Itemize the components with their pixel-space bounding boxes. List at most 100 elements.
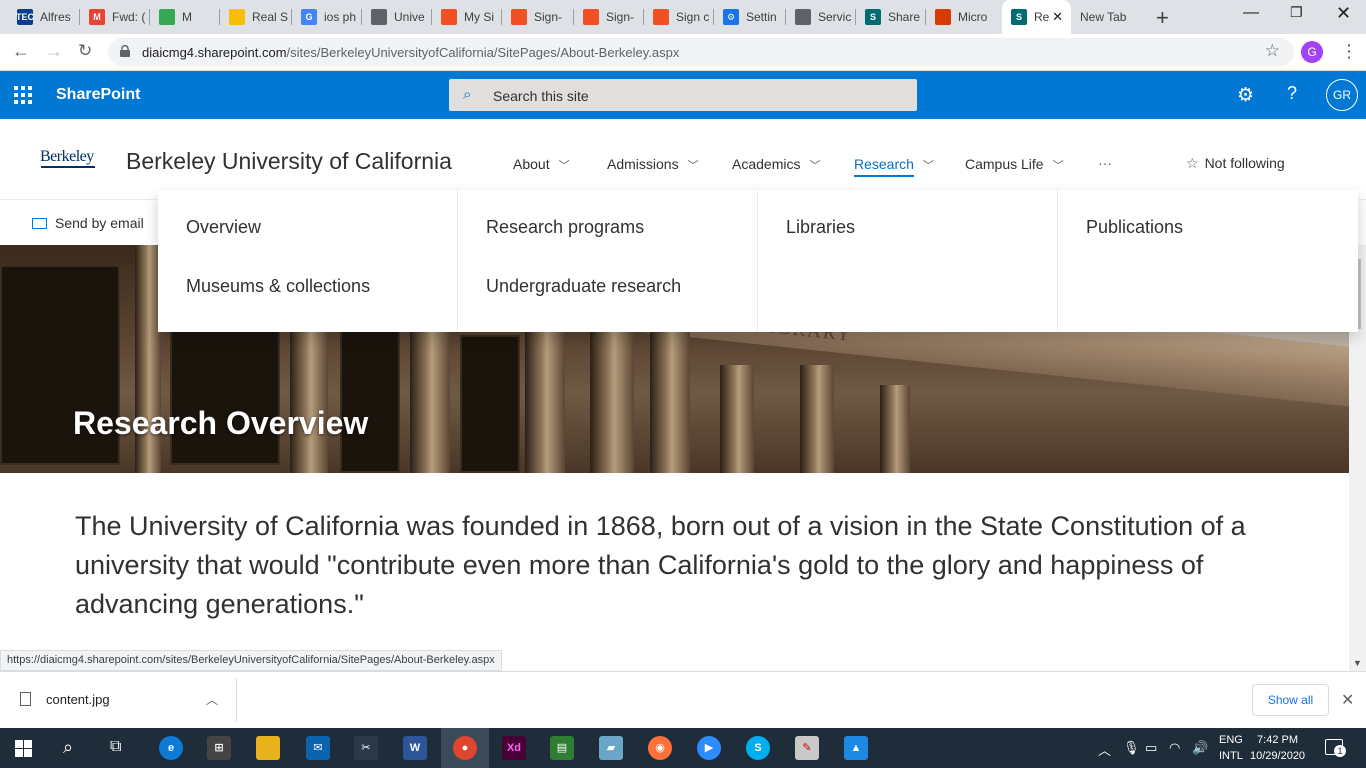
task-view-icon[interactable]: ⧉ — [110, 738, 121, 756]
address-bar[interactable]: diaicmg4.sharepoint.com/sites/BerkeleyUn… — [108, 38, 1294, 66]
browser-tab[interactable]: M Fwd: ( — [80, 0, 150, 34]
browser-tab[interactable]: My Si — [432, 0, 502, 34]
tab-label: Real S — [252, 10, 289, 24]
zoom-icon[interactable]: ▶ — [697, 736, 721, 760]
logo-text: Berkeley — [40, 148, 94, 165]
mega-menu-link[interactable]: Undergraduate research — [486, 276, 757, 335]
notification-icon[interactable]: 1 — [1325, 739, 1346, 757]
hero-window — [460, 335, 520, 473]
chart-app-icon[interactable]: ▤ — [550, 736, 574, 760]
snip-icon[interactable]: ✂ — [354, 736, 378, 760]
browser-tab[interactable]: Servic — [786, 0, 856, 34]
tab-close-icon[interactable]: ✕ — [1052, 9, 1063, 25]
browser-tab[interactable]: M — [150, 0, 220, 34]
firefox-icon[interactable]: ◉ — [648, 736, 672, 760]
browser-tab[interactable]: S Share — [856, 0, 926, 34]
microphone-icon[interactable]: 🎙 — [1123, 740, 1140, 756]
skype-icon[interactable]: S — [746, 736, 770, 760]
windows-start-icon[interactable] — [15, 740, 32, 757]
lang-primary: ENG — [1219, 734, 1243, 746]
mega-menu-link[interactable]: Publications — [1086, 217, 1358, 276]
account-avatar[interactable]: GR — [1326, 79, 1358, 111]
edge-icon[interactable]: e — [159, 736, 183, 760]
browser-toolbar: ← → ↻ diaicmg4.sharepoint.com/sites/Berk… — [0, 34, 1366, 71]
help-icon[interactable]: ? — [1287, 83, 1297, 104]
browser-tab[interactable]: ⚙ Settin — [714, 0, 786, 34]
hero-column — [800, 365, 834, 473]
close-shelf-icon[interactable]: ✕ — [1341, 690, 1354, 710]
forward-icon[interactable]: → — [45, 41, 63, 62]
chevron-up-icon[interactable]: ︿ — [206, 691, 218, 708]
tray-chevron-icon[interactable]: ︿ — [1098, 740, 1111, 759]
browser-tab[interactable]: Unive — [362, 0, 432, 34]
photos-icon[interactable]: ▲ — [844, 736, 868, 760]
file-explorer-icon[interactable] — [256, 736, 280, 760]
download-shelf: content.jpg ︿ Show all ✕ — [0, 671, 1366, 728]
profile-avatar[interactable]: G — [1301, 41, 1323, 63]
tab-favicon-icon — [795, 9, 811, 25]
system-clock[interactable]: 7:42 PM 10/29/2020 — [1250, 732, 1305, 764]
reload-icon[interactable]: ↻ — [78, 41, 92, 61]
browser-menu-icon[interactable]: ⋮ — [1340, 41, 1358, 62]
tab-label: Servic — [818, 10, 852, 24]
mega-menu-link[interactable]: Libraries — [786, 217, 1057, 276]
star-icon: ☆ — [1186, 155, 1199, 171]
taskbar-search-icon[interactable]: ⌕ — [63, 737, 73, 758]
browser-tab[interactable]: TEC Alfres — [8, 0, 80, 34]
url-host: diaicmg4.sharepoint.com — [142, 45, 287, 60]
browser-tab[interactable]: Sign c — [644, 0, 714, 34]
tab-label: Alfres — [40, 10, 71, 24]
site-search-box[interactable]: ⌕ Search this site — [449, 79, 917, 111]
nav-item-academics[interactable]: Academics ﹀ — [732, 156, 820, 173]
notes-icon[interactable]: ▰ — [599, 736, 623, 760]
chrome-icon[interactable]: ● — [453, 736, 477, 760]
mega-menu-link[interactable]: Research programs — [486, 217, 757, 276]
mega-menu-link[interactable]: Museums & collections — [186, 276, 457, 335]
app-launcher-icon[interactable] — [14, 86, 32, 104]
send-by-email-button[interactable]: Send by email — [32, 215, 144, 231]
browser-tab[interactable]: Micro — [926, 0, 1002, 34]
tab-favicon-icon: S — [865, 9, 881, 25]
wifi-icon[interactable]: ◠ — [1169, 740, 1180, 756]
tab-label: Micro — [958, 10, 988, 24]
more-nav-icon[interactable]: ··· — [1098, 155, 1112, 171]
back-icon[interactable]: ← — [12, 41, 30, 62]
nav-item-label: Campus Life — [965, 156, 1044, 172]
berkeley-logo[interactable]: Berkeley — [40, 148, 95, 168]
sharepoint-brand[interactable]: SharePoint — [56, 86, 140, 104]
browser-tab[interactable]: Real S — [220, 0, 292, 34]
new-tab-button[interactable]: + — [1156, 5, 1169, 31]
input-language[interactable]: ENG INTL — [1219, 732, 1243, 764]
mail-app-icon[interactable]: ✉ — [306, 736, 330, 760]
link-hover-status: https://diaicmg4.sharepoint.com/sites/Be… — [0, 650, 502, 671]
browser-tab[interactable]: Gios ph — [292, 0, 362, 34]
browser-tab[interactable]: Sign- — [502, 0, 574, 34]
minimize-button[interactable]: — — [1243, 4, 1259, 22]
browser-tab[interactable]: Sign- — [574, 0, 644, 34]
mega-menu-column: Research programs Undergraduate research — [458, 190, 758, 332]
browser-tab[interactable]: S Re ✕ — [1002, 0, 1071, 34]
battery-icon[interactable]: ▭ — [1145, 740, 1157, 756]
nav-item-admissions[interactable]: Admissions ﹀ — [607, 156, 699, 173]
nav-item-research[interactable]: Research ﹀ — [854, 156, 934, 177]
store-icon[interactable]: ⊞ — [207, 736, 231, 760]
paint-icon[interactable]: ✎ — [795, 736, 819, 760]
download-item[interactable]: content.jpg — [20, 692, 110, 707]
chevron-down-icon: ﹀ — [687, 160, 699, 172]
site-title[interactable]: Berkeley University of California — [126, 148, 452, 175]
mega-menu-link[interactable]: Overview — [186, 217, 457, 276]
browser-tab[interactable]: New Tab — [1071, 0, 1149, 34]
word-icon[interactable]: W — [403, 736, 427, 760]
volume-icon[interactable]: 🔊 — [1192, 740, 1208, 756]
adobe-xd-icon[interactable]: Xd — [502, 736, 526, 760]
maximize-button[interactable]: ❐ — [1290, 4, 1303, 21]
nav-item-about[interactable]: About ﹀ — [513, 156, 570, 173]
show-all-button[interactable]: Show all — [1252, 684, 1329, 716]
settings-gear-icon[interactable]: ⚙ — [1237, 84, 1254, 107]
window-close-button[interactable]: ✕ — [1336, 3, 1351, 24]
nav-item-campus-life[interactable]: Campus Life ﹀ — [965, 156, 1064, 173]
chevron-down-icon: ﹀ — [558, 160, 570, 172]
scroll-down-icon[interactable]: ▼ — [1353, 658, 1362, 668]
follow-button[interactable]: ☆ Not following — [1186, 155, 1285, 172]
bookmark-star-icon[interactable]: ☆ — [1265, 41, 1280, 61]
